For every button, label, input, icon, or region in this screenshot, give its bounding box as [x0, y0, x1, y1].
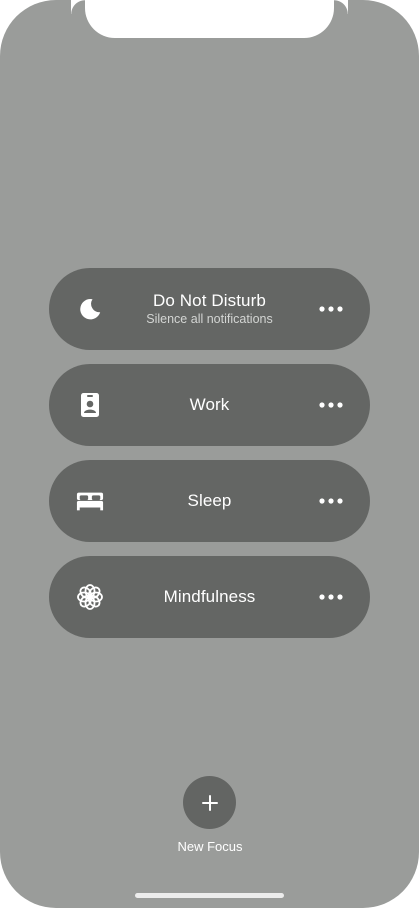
focus-mode-list: Do Not Disturb Silence all notifications [49, 268, 370, 652]
more-options-button[interactable] [316, 583, 346, 611]
new-focus-label: New Focus [177, 839, 243, 854]
new-focus-button[interactable] [183, 776, 236, 829]
plus-icon [201, 794, 218, 811]
ellipsis-icon [319, 498, 343, 504]
focus-subtitle: Silence all notifications [146, 312, 273, 326]
id-badge-icon [76, 391, 104, 419]
focus-screen: Do Not Disturb Silence all notifications [0, 0, 419, 908]
more-options-button[interactable] [316, 487, 346, 515]
focus-item-work[interactable]: Work [49, 364, 370, 446]
focus-title: Work [189, 395, 230, 414]
more-options-button[interactable] [316, 391, 346, 419]
focus-item-mindfulness[interactable]: Mindfulness [49, 556, 370, 638]
moon-icon [76, 295, 104, 323]
more-options-button[interactable] [316, 295, 346, 323]
new-focus: New Focus [140, 776, 280, 856]
focus-title: Sleep [187, 491, 232, 510]
home-indicator[interactable] [135, 893, 284, 898]
ellipsis-icon [319, 306, 343, 312]
focus-title: Do Not Disturb [153, 291, 266, 310]
device-notch [85, 0, 348, 38]
ellipsis-icon [319, 402, 343, 408]
focus-item-do-not-disturb[interactable]: Do Not Disturb Silence all notifications [49, 268, 370, 350]
bed-icon [76, 487, 104, 515]
flower-icon [76, 583, 104, 611]
ellipsis-icon [319, 594, 343, 600]
focus-title: Mindfulness [163, 587, 256, 606]
focus-item-sleep[interactable]: Sleep [49, 460, 370, 542]
